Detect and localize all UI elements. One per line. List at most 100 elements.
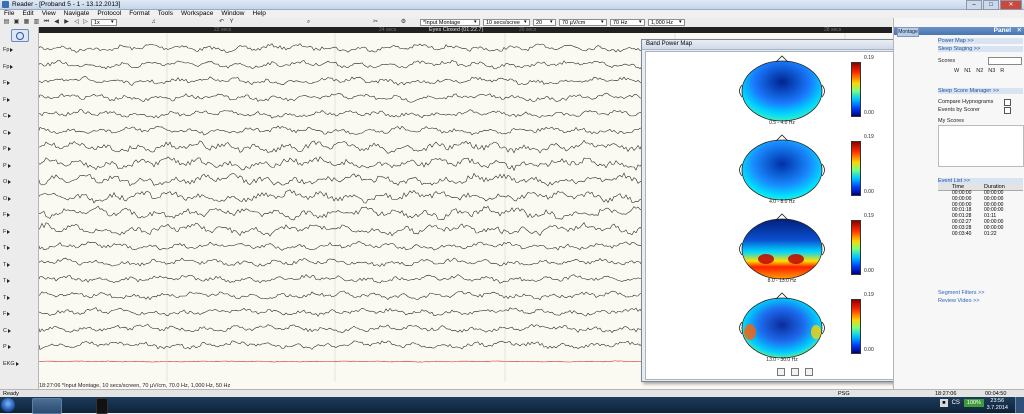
- stage-n1-button[interactable]: N1: [964, 68, 971, 74]
- scale-max: 0.19: [864, 134, 874, 140]
- channel-label[interactable]: T: [3, 295, 10, 301]
- timebase-select[interactable]: 10 secs/scree ▾: [483, 19, 530, 26]
- channel-label[interactable]: F: [3, 97, 10, 103]
- segment-filters-link[interactable]: Segment Filters >>: [938, 290, 984, 296]
- compare-hypnograms-label: Compare Hypnograms: [938, 99, 994, 105]
- task-app[interactable]: [96, 398, 108, 414]
- scale-min: 0.00: [864, 189, 874, 195]
- show-desktop-button[interactable]: [1015, 397, 1024, 413]
- list-icon[interactable]: [791, 368, 799, 376]
- montage-select[interactable]: *Input Montage ▾: [420, 19, 480, 26]
- scores-list[interactable]: [938, 125, 1024, 167]
- events-by-scorer-checkbox[interactable]: [1004, 107, 1011, 114]
- channel-label[interactable]: T: [3, 278, 10, 284]
- prev-page-icon[interactable]: ◀: [53, 19, 60, 26]
- channel-label[interactable]: C: [3, 113, 11, 119]
- undo-icon[interactable]: ↶: [218, 19, 225, 26]
- channel-label[interactable]: F: [3, 311, 10, 317]
- menu-view[interactable]: View: [38, 10, 60, 18]
- next-icon[interactable]: ▷: [82, 19, 89, 26]
- stage-r-button[interactable]: R: [1000, 68, 1004, 74]
- sensitivity-select[interactable]: 70 µV/cm ▾: [559, 19, 607, 26]
- channel-label[interactable]: EKG: [3, 361, 19, 367]
- lff-select[interactable]: 70 Hz ▾: [610, 19, 645, 26]
- scale-max: 0.19: [864, 55, 874, 61]
- table-row[interactable]: 00:03:40 01:22: [938, 231, 1023, 238]
- menu-window[interactable]: Window: [217, 10, 248, 18]
- clock[interactable]: 23:56 3.7.2014: [987, 398, 1008, 412]
- events-by-scorer-label: Events by Scorer: [938, 107, 980, 113]
- menu-tools[interactable]: Tools: [154, 10, 177, 18]
- channel-label[interactable]: Fp: [3, 64, 13, 70]
- stage-w-button[interactable]: W: [954, 68, 959, 74]
- channel-label[interactable]: T: [3, 245, 10, 251]
- system-tray: ■ CS 100%: [940, 399, 984, 407]
- stage-n2-button[interactable]: N2: [976, 68, 983, 74]
- channel-label[interactable]: P: [3, 146, 11, 152]
- close-button[interactable]: ✕: [1000, 0, 1022, 10]
- print-icon[interactable]: [805, 368, 813, 376]
- montage-tab[interactable]: Montage: [897, 27, 919, 37]
- open-icon[interactable]: ▤: [3, 19, 10, 26]
- channel-label[interactable]: C: [3, 328, 11, 334]
- topo-map-beta: [739, 292, 825, 359]
- first-page-icon[interactable]: ⏮: [43, 19, 50, 26]
- menu-navigate[interactable]: Navigate: [60, 10, 94, 18]
- menu-workspace[interactable]: Workspace: [177, 10, 217, 18]
- scores-select[interactable]: [988, 57, 1022, 65]
- zoom-icon[interactable]: ⌕: [305, 19, 312, 26]
- filter-icon[interactable]: Y: [228, 19, 235, 26]
- channel-label[interactable]: P: [3, 344, 11, 350]
- cut-icon[interactable]: ✂: [372, 19, 379, 26]
- hff-select[interactable]: 1,000 Hz ▾: [648, 19, 685, 26]
- close-icon[interactable]: ✕: [1017, 27, 1022, 35]
- stage-buttons: W N1 N2 N3 R: [954, 68, 1004, 74]
- prev-icon[interactable]: ◁: [73, 19, 80, 26]
- stage-n3-button[interactable]: N3: [988, 68, 995, 74]
- music-note-icon[interactable]: ♫: [150, 19, 157, 26]
- channel-label[interactable]: P: [3, 163, 11, 169]
- channel-label[interactable]: T: [3, 262, 10, 268]
- color-scale: [851, 141, 861, 196]
- print-icon[interactable]: ▦: [23, 19, 30, 26]
- band-label: 8.0 - 13.0 Hz: [767, 278, 797, 284]
- score-manager-section[interactable]: Sleep Score Manager >>: [938, 88, 1023, 94]
- start-button[interactable]: [1, 398, 15, 412]
- channel-strip: Fp Fp F F C C P P O O F F T T T T F C P …: [0, 27, 39, 393]
- menu-edit[interactable]: Edit: [18, 10, 37, 18]
- channel-label[interactable]: Fp: [3, 47, 13, 53]
- save-icon[interactable]: ▣: [13, 19, 20, 26]
- export-icon[interactable]: ▥: [33, 19, 40, 26]
- channel-label[interactable]: F: [3, 229, 10, 235]
- channel-label[interactable]: O: [3, 179, 11, 185]
- copy-icon[interactable]: [777, 368, 785, 376]
- channels-select[interactable]: 20 ▾: [533, 19, 556, 26]
- power-map-section[interactable]: Power Map >>: [938, 38, 1023, 44]
- task-explorer[interactable]: [32, 398, 62, 414]
- event-table: Time Duration 00:00:00 00:00:00 00:00:00 0…: [938, 184, 1023, 237]
- channel-label[interactable]: C: [3, 130, 11, 136]
- sleep-staging-section[interactable]: Sleep Staging >>: [938, 46, 1023, 52]
- battery-indicator[interactable]: 100%: [963, 399, 984, 407]
- play-icon[interactable]: ▶: [63, 19, 70, 26]
- montage-button[interactable]: [11, 29, 29, 42]
- channel-label[interactable]: F: [3, 212, 10, 218]
- channel-label[interactable]: F: [3, 80, 10, 86]
- menu-format[interactable]: Format: [125, 10, 154, 18]
- menu-file[interactable]: File: [0, 10, 18, 18]
- page-speed-select[interactable]: 1x ▾: [91, 19, 117, 26]
- topo-map-delta: [739, 55, 825, 122]
- menu-bar: File Edit View Navigate Protocol Format …: [0, 10, 1024, 18]
- channel-label[interactable]: O: [3, 196, 11, 202]
- menu-protocol[interactable]: Protocol: [93, 10, 125, 18]
- tray-icon[interactable]: ■: [940, 399, 948, 407]
- review-video-link[interactable]: Review Video >>: [938, 298, 979, 304]
- maximize-button[interactable]: □: [983, 0, 999, 10]
- minimize-button[interactable]: –: [966, 0, 982, 10]
- language-indicator[interactable]: CS: [952, 400, 960, 406]
- menu-help[interactable]: Help: [249, 10, 270, 18]
- compare-hypnograms-checkbox[interactable]: [1004, 99, 1011, 106]
- settings-icon[interactable]: ⚙: [400, 19, 407, 26]
- topo-map-alpha: [739, 213, 825, 280]
- scale-max: 0.19: [864, 292, 874, 298]
